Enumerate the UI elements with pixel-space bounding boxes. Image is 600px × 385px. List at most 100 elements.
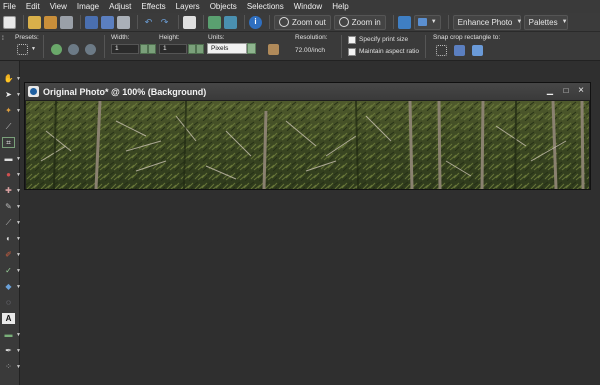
image-window-titlebar[interactable]: Original Photo* @ 100% (Background) ▁ □ … [25,83,590,100]
image-window-title: Original Photo* @ 100% (Background) [43,86,207,97]
toolbar-divider [392,15,394,29]
menu-effects[interactable]: Effects [141,2,165,11]
zoom-out-button[interactable]: Zoom out [274,14,331,30]
width-label: Width: [111,34,130,41]
eraser-tool-icon[interactable]: ◌ [2,297,15,308]
options-divider [341,35,342,58]
paint-brush-icon[interactable]: ✐ ▼ [2,249,21,260]
snap-layer-icon[interactable] [454,45,465,56]
open-folder-icon[interactable] [28,15,41,29]
palettes-button[interactable]: Palettes ▼ [523,14,568,30]
lighten-brush-icon[interactable]: ✓ ▼ [2,265,21,276]
paste-icon[interactable] [224,15,237,29]
chevron-down-icon: ▼ [430,19,437,25]
apply-icon[interactable] [51,44,62,55]
toolbar-divider [137,15,138,29]
zoom-in-button[interactable]: Zoom in [333,14,386,30]
menu-objects[interactable]: Objects [210,2,237,11]
units-dropdown-icon[interactable] [247,43,256,54]
snap-image-icon[interactable] [472,45,483,56]
crop-tool-icon[interactable]: ⌗ [2,137,15,148]
makeover-tool-icon[interactable]: ✚ ▼ [2,185,21,196]
straighten-tool-icon[interactable]: ▬ ▼ [2,153,21,164]
palettes-label: Palettes [528,17,558,27]
image-window: Original Photo* @ 100% (Background) ▁ □ … [24,82,591,190]
toolbar-divider [80,15,81,29]
redo-icon[interactable]: ↷ [158,16,171,29]
width-input[interactable]: 1 [111,44,139,54]
menu-file[interactable]: File [3,2,16,11]
browse-icon[interactable] [44,15,57,29]
width-stepper-alt[interactable] [148,44,156,54]
clone-tool-icon[interactable]: ✎ ▼ [2,201,21,212]
new-file-icon[interactable] [3,15,16,29]
minimize-icon[interactable]: ▁ [545,85,555,96]
magnifier-icon [338,17,349,27]
scan-icon[interactable] [60,15,73,29]
save-as-icon[interactable] [101,15,114,29]
toolbar-divider [203,15,204,29]
zoom-out-label: Zoom out [292,17,326,27]
presets-label: Presets: [15,34,39,41]
maintain-aspect-ratio-checkbox[interactable] [348,48,356,56]
undo-icon[interactable]: ↶ [142,16,155,29]
resolution-label: Resolution: [295,34,328,41]
pan-tool-icon[interactable]: ✋ ▼ [2,73,21,84]
units-select[interactable]: Pixels [207,43,247,54]
tools-palette: ✋ ▼ ➤ ▼ ✦ ▼ ⟋ ⌗ ▬ ▼ ● ▼ ✚ ▼ ✎ ▼ ⟋ ▼ ◐ ▼ ✐ ▼ ✓ ▼ ◆ ▼ … [0,61,21,385]
pick-tool-icon[interactable]: ➤ ▼ [2,89,21,100]
info-icon[interactable]: i [249,15,262,29]
crop-tool-icon[interactable] [268,44,279,55]
height-stepper-alt[interactable] [196,44,204,54]
rectangle-tool-icon[interactable]: ▬ ▼ [2,329,21,340]
crop-preset-icon[interactable] [17,44,28,55]
maximize-icon[interactable]: □ [561,85,571,96]
history-icon[interactable] [183,15,196,29]
menu-layers[interactable]: Layers [176,2,200,11]
chevron-down-icon[interactable]: ▼ [31,46,36,52]
options-grip-icon: ⁞ [2,35,4,42]
close-icon[interactable]: × [576,85,586,96]
display-icon [417,18,427,26]
toolbar-divider [269,15,270,29]
tool-options-bar: ⁞ Presets: ▼ Width: 1 Height: 1 Units: P… [0,32,600,61]
options-divider [104,35,105,58]
app-icon [28,86,39,97]
toolbar-divider [244,15,245,29]
menu-edit[interactable]: Edit [26,2,40,11]
red-eye-tool-icon[interactable]: ● ▼ [2,169,21,180]
enhance-photo-button[interactable]: Enhance Photo ▼ [452,14,522,30]
edit-mode-icon[interactable] [68,44,79,55]
copy-icon[interactable] [208,15,221,29]
print-icon[interactable] [117,15,130,29]
text-tool-icon[interactable]: A [2,313,15,324]
specify-print-size-checkbox[interactable] [348,36,356,44]
menu-adjust[interactable]: Adjust [109,2,131,11]
menu-image[interactable]: Image [77,2,99,11]
menu-view[interactable]: View [50,2,67,11]
menu-selections[interactable]: Selections [247,2,284,11]
selection-tool-icon[interactable]: ✦ ▼ [2,105,21,116]
height-stepper[interactable] [188,44,196,54]
dodge-tool-icon[interactable]: ◐ ▼ [2,233,21,244]
toolbar-divider [178,15,179,29]
width-stepper[interactable] [140,44,148,54]
dropper-tool-icon[interactable]: ⟋ [2,121,15,132]
save-icon[interactable] [85,15,98,29]
forest-photo[interactable] [26,101,589,189]
snap-selection-icon[interactable] [436,45,447,56]
menu-window[interactable]: Window [294,2,322,11]
units-label: Units: [208,34,225,41]
warp-brush-icon[interactable]: ⁘ ▼ [2,361,21,372]
flood-fill-icon[interactable]: ◆ ▼ [2,281,21,292]
scratch-remover-icon[interactable]: ⟋ ▼ [2,217,21,228]
height-input[interactable]: 1 [159,44,187,54]
reset-icon[interactable] [85,44,96,55]
toolbar-divider [23,15,24,29]
display-options-button[interactable]: ▼ [413,14,441,30]
chevron-down-icon: ▼ [561,19,568,25]
one-step-fix-icon[interactable] [397,15,411,29]
pen-tool-icon[interactable]: ✒ ▼ [2,345,21,356]
menu-help[interactable]: Help [332,2,348,11]
height-label: Height: [159,34,180,41]
